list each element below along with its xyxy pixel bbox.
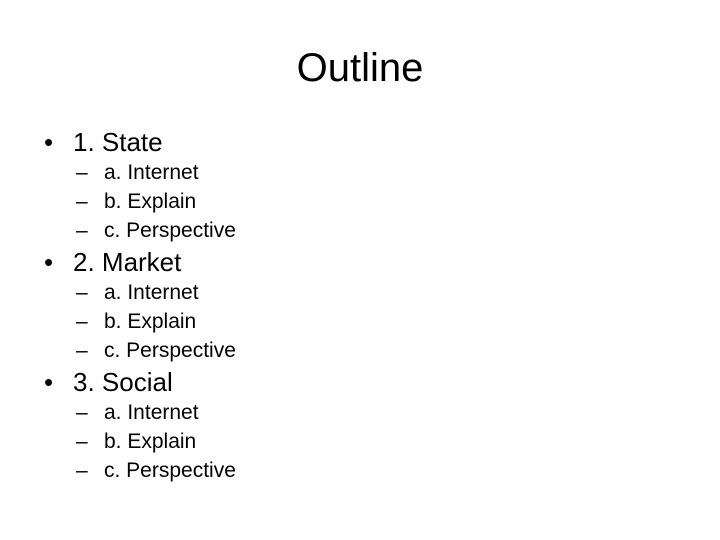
- bullet-icon: •: [44, 127, 54, 157]
- item-label: a. Internet: [104, 161, 199, 184]
- section-label: 3. Social: [73, 367, 173, 397]
- item-label: a. Internet: [104, 281, 199, 304]
- dash-icon: –: [76, 190, 88, 213]
- item-label: b. Explain: [104, 430, 197, 453]
- dash-icon: –: [76, 459, 88, 482]
- dash-icon: –: [76, 281, 88, 304]
- section-label: 2. Market: [73, 247, 182, 277]
- dash-icon: –: [76, 219, 88, 242]
- item-label: a. Internet: [104, 401, 199, 424]
- item-label: c. Perspective: [104, 339, 236, 362]
- slide-title: Outline: [296, 46, 424, 90]
- dash-icon: –: [76, 310, 88, 333]
- dash-icon: –: [76, 161, 88, 184]
- dash-icon: –: [76, 339, 88, 362]
- bullet-icon: •: [44, 247, 54, 277]
- item-label: c. Perspective: [104, 459, 236, 482]
- section-label: 1. State: [73, 127, 163, 157]
- bullet-icon: •: [44, 367, 54, 397]
- dash-icon: –: [76, 401, 88, 424]
- item-label: c. Perspective: [104, 219, 236, 242]
- dash-icon: –: [76, 430, 88, 453]
- item-label: b. Explain: [104, 190, 197, 213]
- item-label: b. Explain: [104, 310, 197, 333]
